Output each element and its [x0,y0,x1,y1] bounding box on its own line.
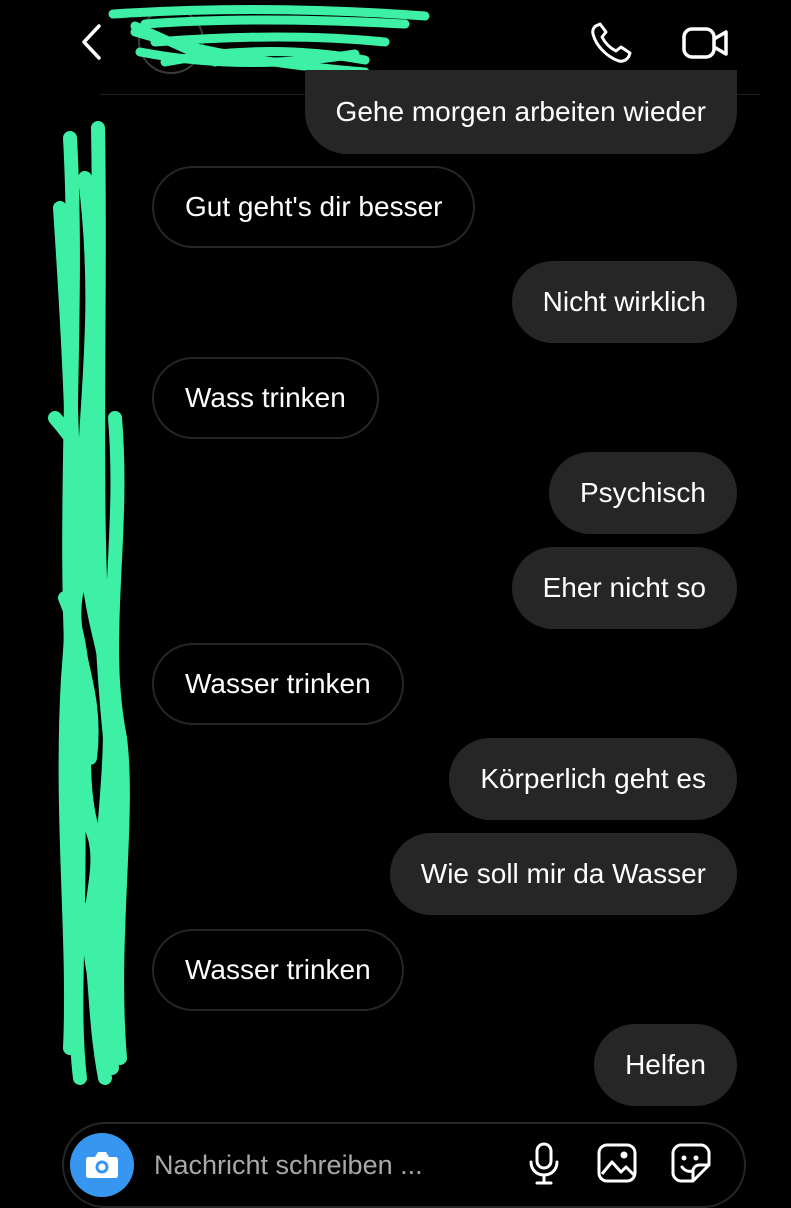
message-bubble-incoming[interactable]: Wass trinken [152,357,379,439]
message-bubble-outgoing[interactable]: Helfen [594,1024,737,1106]
voice-message-button[interactable] [521,1140,567,1186]
video-call-button[interactable] [680,20,732,66]
message-bubble-incoming[interactable]: Gut geht's dir besser [152,166,476,248]
gallery-button[interactable] [594,1140,640,1186]
camera-icon [86,1152,118,1178]
redaction-scribble-avatars [48,121,130,1085]
sticker-icon [671,1143,711,1183]
message-bubble-outgoing[interactable]: Psychisch [548,452,737,534]
message-bubble-incoming[interactable]: Wasser trinken [152,643,404,725]
message-bubble-outgoing[interactable]: Körperlich geht es [449,738,737,820]
message-bubble-outgoing[interactable]: Gehe morgen arbeiten wieder [304,70,737,154]
call-button[interactable] [588,20,634,66]
sticker-button[interactable] [668,1140,714,1186]
contact-avatar[interactable] [138,8,204,74]
camera-button[interactable] [70,1133,134,1197]
chevron-left-icon [82,24,101,60]
message-input[interactable] [152,1140,476,1190]
microphone-icon [529,1142,559,1185]
message-bubble-outgoing[interactable]: Nicht wirklich [511,261,737,343]
message-bubble-outgoing[interactable]: Wie soll mir da Wasser [389,833,737,915]
video-camera-icon [682,27,728,59]
image-gallery-icon [597,1143,637,1183]
phone-icon [591,22,632,63]
back-button[interactable] [70,20,114,64]
message-bubble-incoming[interactable]: Wasser trinken [152,929,404,1011]
message-bubble-outgoing[interactable]: Eher nicht so [511,547,737,629]
